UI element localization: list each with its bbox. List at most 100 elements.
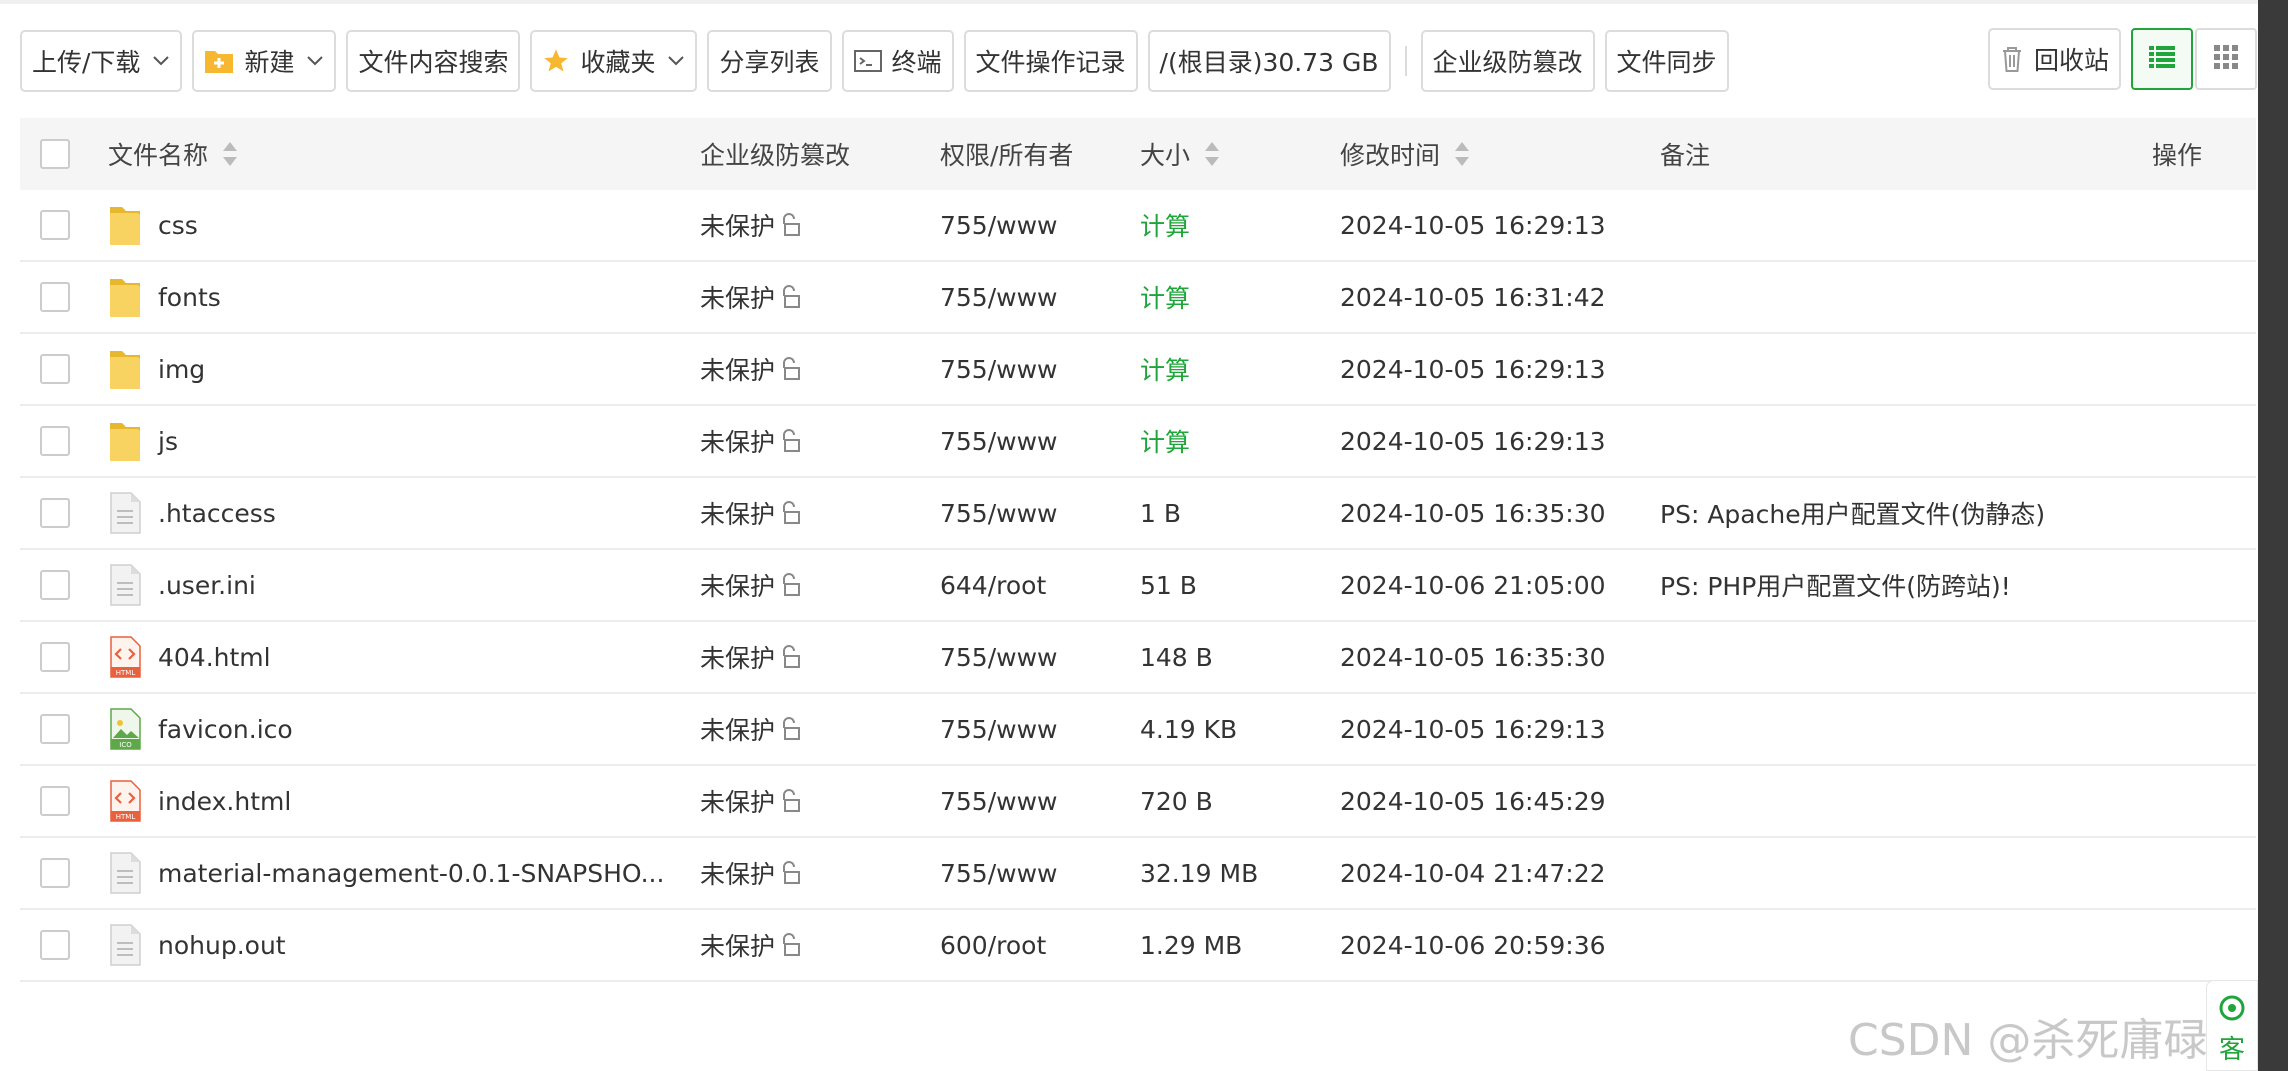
permission-cell[interactable]: 755/www <box>940 262 1057 332</box>
recycle-bin-button[interactable]: 回收站 <box>1988 28 2122 90</box>
table-row[interactable]: fonts 未保护 755/www 计算 2024-10-05 16:31:42 <box>20 262 2256 334</box>
file-name[interactable]: nohup.out <box>158 931 286 960</box>
permission-cell[interactable]: 600/root <box>940 910 1046 980</box>
protect-cell[interactable]: 未保护 <box>700 838 801 908</box>
html-file-icon: HTML <box>108 779 142 823</box>
note-cell[interactable]: PS: PHP用户配置文件(防跨站)! <box>1660 550 2011 620</box>
new-button[interactable]: 新建 <box>192 30 337 92</box>
protect-status: 未保护 <box>700 644 776 673</box>
scrollbar[interactable] <box>2258 0 2288 1071</box>
terminal-button[interactable]: 终端 <box>841 30 954 92</box>
file-name-cell[interactable]: fonts <box>108 262 221 332</box>
table-row[interactable]: .user.ini 未保护 644/root 51 B 2024-10-06 2… <box>20 550 2256 622</box>
upload-download-button[interactable]: 上传/下载 <box>20 30 183 92</box>
chevron-down-icon <box>667 55 685 67</box>
protect-cell[interactable]: 未保护 <box>700 190 801 260</box>
size-cell: 148 B <box>1140 642 1213 672</box>
table-row[interactable]: HTML index.html 未保护 755/www 720 B 2024-1… <box>20 766 2256 838</box>
note-cell[interactable]: PS: Apache用户配置文件(伪静态) <box>1660 478 2045 548</box>
file-name-cell[interactable]: HTML index.html <box>108 766 291 836</box>
file-name-cell[interactable]: HTML 404.html <box>108 622 271 692</box>
new-label: 新建 <box>244 48 295 77</box>
calculate-size-link[interactable]: 计算 <box>1140 190 1190 260</box>
header-size-label: 大小 <box>1140 141 1191 170</box>
permission-cell[interactable]: 755/www <box>940 766 1057 836</box>
permission-cell[interactable]: 755/www <box>940 190 1057 260</box>
permission-cell[interactable]: 755/www <box>940 622 1057 692</box>
row-checkbox[interactable] <box>40 642 70 672</box>
row-checkbox[interactable] <box>40 570 70 600</box>
row-checkbox[interactable] <box>40 282 70 312</box>
header-name[interactable]: 文件名称 <box>108 118 238 190</box>
protect-cell[interactable]: 未保护 <box>700 262 801 332</box>
calculate-size-link[interactable]: 计算 <box>1140 406 1190 476</box>
row-checkbox[interactable] <box>40 786 70 816</box>
select-all-checkbox[interactable] <box>40 139 70 169</box>
tamper-button[interactable]: 企业级防篡改 <box>1420 30 1595 92</box>
calculate-size-link[interactable]: 计算 <box>1140 334 1190 404</box>
file-name[interactable]: index.html <box>158 787 291 816</box>
table-row[interactable]: material-management-0.0.1-SNAPSHO... 未保护… <box>20 838 2256 910</box>
table-row[interactable]: js 未保护 755/www 计算 2024-10-05 16:29:13 <box>20 406 2256 478</box>
protect-cell[interactable]: 未保护 <box>700 694 801 764</box>
protect-cell[interactable]: 未保护 <box>700 550 801 620</box>
file-name[interactable]: img <box>158 355 205 384</box>
share-list-button[interactable]: 分享列表 <box>707 30 832 92</box>
text-file-icon <box>108 851 142 895</box>
row-checkbox[interactable] <box>40 210 70 240</box>
table-row[interactable]: nohup.out 未保护 600/root 1.29 MB 2024-10-0… <box>20 910 2256 982</box>
file-name-cell[interactable]: .user.ini <box>108 550 256 620</box>
file-name[interactable]: .htaccess <box>158 499 276 528</box>
protect-cell[interactable]: 未保护 <box>700 766 801 836</box>
header-size[interactable]: 大小 <box>1140 118 1220 190</box>
text-file-icon <box>108 563 142 607</box>
protect-cell[interactable]: 未保护 <box>700 910 801 980</box>
file-name[interactable]: favicon.ico <box>158 715 293 744</box>
table-row[interactable]: css 未保护 755/www 计算 2024-10-05 16:29:13 <box>20 190 2256 262</box>
row-checkbox[interactable] <box>40 714 70 744</box>
row-checkbox[interactable] <box>40 858 70 888</box>
permission-cell[interactable]: 755/www <box>940 838 1057 908</box>
grid-view-button[interactable] <box>2195 28 2258 90</box>
permission-cell[interactable]: 755/www <box>940 334 1057 404</box>
permission-cell[interactable]: 644/root <box>940 550 1046 620</box>
protect-cell[interactable]: 未保护 <box>700 622 801 692</box>
mtime-cell: 2024-10-05 16:45:29 <box>1340 786 1606 816</box>
file-name[interactable]: css <box>158 211 198 240</box>
row-checkbox[interactable] <box>40 930 70 960</box>
permission-cell[interactable]: 755/www <box>940 694 1057 764</box>
permission-cell[interactable]: 755/www <box>940 406 1057 476</box>
permission-cell[interactable]: 755/www <box>940 478 1057 548</box>
file-name[interactable]: 404.html <box>158 643 271 672</box>
list-view-button[interactable] <box>2131 28 2194 90</box>
row-checkbox[interactable] <box>40 426 70 456</box>
sync-button[interactable]: 文件同步 <box>1604 30 1729 92</box>
file-name-cell[interactable]: js <box>108 406 178 476</box>
favorites-button[interactable]: 收藏夹 <box>530 30 698 92</box>
file-name[interactable]: fonts <box>158 283 221 312</box>
protect-cell[interactable]: 未保护 <box>700 478 801 548</box>
file-name-cell[interactable]: material-management-0.0.1-SNAPSHO... <box>108 838 664 908</box>
table-row[interactable]: ICO favicon.ico 未保护 755/www 4.19 KB 2024… <box>20 694 2256 766</box>
calculate-size-link[interactable]: 计算 <box>1140 262 1190 332</box>
file-name-cell[interactable]: nohup.out <box>108 910 286 980</box>
file-name[interactable]: .user.ini <box>158 571 256 600</box>
file-name[interactable]: material-management-0.0.1-SNAPSHO... <box>158 859 664 888</box>
row-checkbox[interactable] <box>40 354 70 384</box>
content-search-button[interactable]: 文件内容搜索 <box>346 30 521 92</box>
op-log-button[interactable]: 文件操作记录 <box>963 30 1138 92</box>
file-name-cell[interactable]: .htaccess <box>108 478 276 548</box>
file-name[interactable]: js <box>158 427 178 456</box>
table-row[interactable]: img 未保护 755/www 计算 2024-10-05 16:29:13 <box>20 334 2256 406</box>
disk-button[interactable]: /(根目录)30.73 GB <box>1147 30 1391 92</box>
help-widget[interactable]: 客 <box>2206 980 2258 1071</box>
table-row[interactable]: HTML 404.html 未保护 755/www 148 B 2024-10-… <box>20 622 2256 694</box>
table-row[interactable]: .htaccess 未保护 755/www 1 B 2024-10-05 16:… <box>20 478 2256 550</box>
row-checkbox[interactable] <box>40 498 70 528</box>
file-name-cell[interactable]: img <box>108 334 205 404</box>
protect-cell[interactable]: 未保护 <box>700 334 801 404</box>
protect-cell[interactable]: 未保护 <box>700 406 801 476</box>
header-mtime[interactable]: 修改时间 <box>1340 118 1470 190</box>
file-name-cell[interactable]: css <box>108 190 198 260</box>
file-name-cell[interactable]: ICO favicon.ico <box>108 694 293 764</box>
